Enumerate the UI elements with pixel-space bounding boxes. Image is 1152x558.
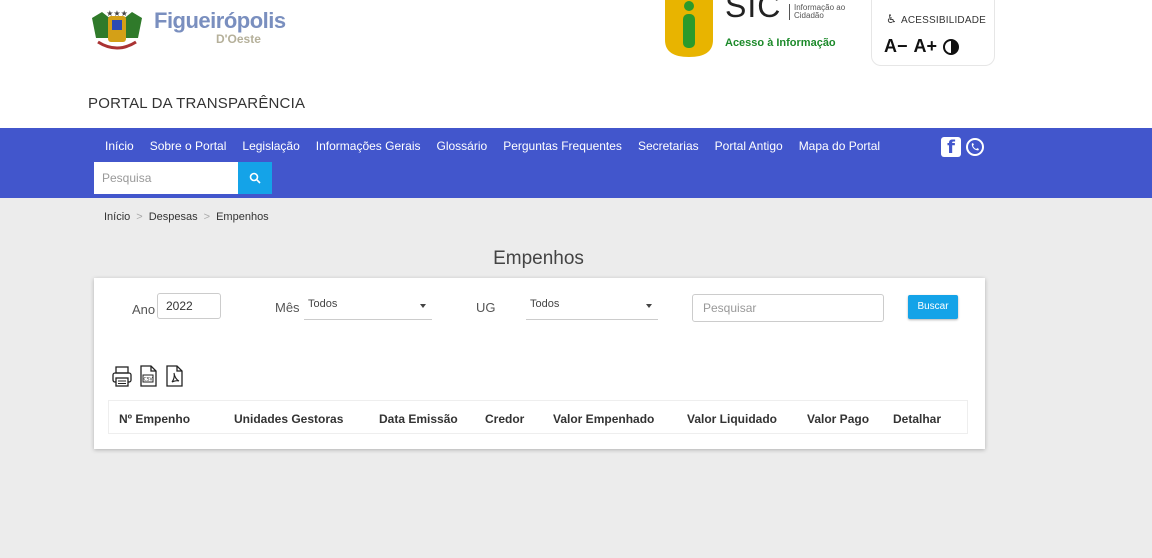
main-content: Início > Despesas > Empenhos Empenhos An…: [0, 198, 1152, 558]
facebook-icon[interactable]: f: [941, 137, 961, 158]
accessibility-icon: ♿: [886, 12, 897, 26]
nav-item-perguntas[interactable]: Perguntas Frequentes: [495, 138, 630, 154]
nav-item-secretarias[interactable]: Secretarias: [630, 138, 707, 154]
column-header[interactable]: Nº Empenho: [119, 412, 190, 426]
font-decrease-button[interactable]: A−: [884, 36, 908, 57]
search-button[interactable]: [238, 162, 272, 194]
contrast-icon[interactable]: [943, 38, 960, 55]
info-icon: [665, 0, 713, 57]
sic-banner[interactable]: SIC Informação ao Cidadão Acesso à Infor…: [663, 0, 853, 58]
sic-title: SIC: [725, 0, 782, 24]
pesquisar-input[interactable]: Pesquisar: [692, 294, 884, 322]
breadcrumb-despesas[interactable]: Despesas: [149, 211, 198, 223]
column-header[interactable]: Valor Pago: [807, 412, 869, 426]
sic-access-link[interactable]: Acesso à Informação: [725, 37, 836, 49]
whatsapp-icon[interactable]: [965, 137, 985, 157]
column-header[interactable]: Valor Empenhado: [553, 412, 654, 426]
nav-item-mapa[interactable]: Mapa do Portal: [791, 138, 888, 154]
chevron-down-icon: [420, 304, 426, 308]
column-header[interactable]: Detalhar: [893, 412, 941, 426]
ano-label: Ano: [132, 302, 156, 317]
mes-select[interactable]: Todos: [304, 296, 432, 320]
filter-card: Ano 2022 Mês Todos UG Todos Pesquisar Bu…: [94, 278, 985, 449]
site-header: ★★★ Figueirópolis D'Oeste PORTAL DA TRAN…: [0, 0, 1152, 128]
nav-item-sobre[interactable]: Sobre o Portal: [142, 138, 235, 154]
column-header[interactable]: Credor: [485, 412, 524, 426]
empenhos-table-header: Nº Empenho Unidades Gestoras Data Emissã…: [108, 400, 968, 434]
nav-item-inicio[interactable]: Início: [97, 138, 142, 154]
main-navbar: Início Sobre o Portal Legislação Informa…: [0, 128, 1152, 198]
pdf-icon[interactable]: [164, 364, 184, 388]
breadcrumb-empenhos: Empenhos: [216, 211, 269, 223]
mes-label: Mês: [275, 300, 300, 315]
sic-subtitle: Informação ao Cidadão: [789, 4, 849, 20]
ano-input[interactable]: 2022: [157, 293, 221, 319]
breadcrumb-separator: >: [136, 211, 143, 223]
svg-text:CSV: CSV: [143, 377, 153, 383]
social-links: f: [941, 137, 985, 158]
nav-menu: Início Sobre o Portal Legislação Informa…: [97, 138, 888, 154]
export-toolbar: CSV: [112, 364, 184, 388]
portal-title: PORTAL DA TRANSPARÊNCIA: [88, 95, 306, 112]
buscar-button[interactable]: Buscar: [908, 295, 958, 319]
nav-item-informacoes[interactable]: Informações Gerais: [308, 138, 429, 154]
font-controls: A− A+: [884, 36, 960, 57]
search-icon: [249, 172, 261, 184]
font-increase-button[interactable]: A+: [914, 36, 938, 57]
ug-label: UG: [476, 300, 496, 315]
accessibility-panel: ♿ ACESSIBILIDADE A− A+: [871, 0, 995, 66]
nav-item-legislacao[interactable]: Legislação: [234, 138, 307, 154]
csv-icon[interactable]: CSV: [138, 364, 158, 388]
breadcrumb-separator: >: [203, 211, 211, 223]
nav-item-glossario[interactable]: Glossário: [429, 138, 496, 154]
breadcrumb: Início > Despesas > Empenhos: [104, 211, 269, 223]
nav-item-portal-antigo[interactable]: Portal Antigo: [707, 138, 791, 154]
search-input[interactable]: [94, 162, 238, 194]
coat-of-arms-icon: ★★★: [92, 9, 142, 50]
page-title: Empenhos: [493, 248, 584, 269]
logo-name: Figueirópolis: [154, 8, 286, 33]
print-icon[interactable]: [112, 364, 132, 388]
breadcrumb-inicio[interactable]: Início: [104, 211, 130, 223]
column-header[interactable]: Data Emissão: [379, 412, 458, 426]
column-header[interactable]: Unidades Gestoras: [234, 412, 343, 426]
chevron-down-icon: [646, 304, 652, 308]
municipality-logo[interactable]: ★★★ Figueirópolis D'Oeste: [88, 6, 286, 56]
logo-subtitle: D'Oeste: [216, 32, 261, 46]
column-header[interactable]: Valor Liquidado: [687, 412, 777, 426]
ug-select[interactable]: Todos: [526, 296, 658, 320]
svg-text:★★★: ★★★: [106, 9, 128, 18]
accessibility-label: ♿ ACESSIBILIDADE: [886, 12, 987, 26]
